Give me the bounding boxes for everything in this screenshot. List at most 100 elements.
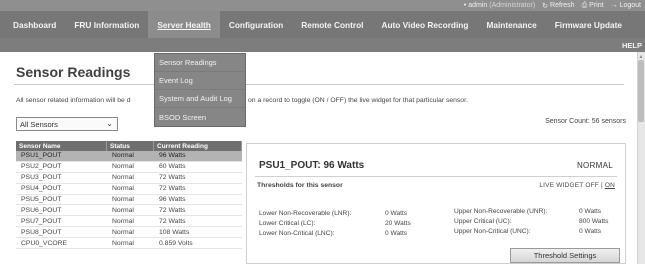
page-title: Sensor Readings (16, 64, 131, 80)
threshold-unr-value: 0 Watts (579, 208, 602, 215)
sensor-status-label: NORMAL (576, 161, 613, 170)
live-widget-label: LIVE WIDGET (539, 182, 584, 189)
table-row[interactable]: PSU5_POUT Normal 96 Watts (16, 195, 242, 206)
column-header-current-reading[interactable]: Current Reading (154, 141, 242, 151)
threshold-lnr-label: Lower Non-Recoverable (LNR): (259, 210, 352, 217)
table-row[interactable]: PSU2_POUT Normal 60 Watts (16, 162, 242, 173)
status-cell: Normal (112, 196, 134, 203)
nav-auto-video-recording[interactable]: Auto Video Recording (372, 11, 477, 38)
logout-icon: → (610, 2, 618, 9)
column-header-sensor-name[interactable]: Sensor Name (16, 141, 107, 151)
live-widget-off[interactable]: OFF (585, 182, 599, 189)
menu-item-sensor-readings[interactable]: Sensor Readings (155, 54, 245, 72)
username: admin (468, 2, 488, 9)
live-widget-on[interactable]: ON (605, 182, 615, 189)
sensor-count: Sensor Count: 56 sensors (545, 118, 626, 125)
user-role: (Administrator) (489, 2, 536, 9)
sensor-name-cell: PSU2_POUT (21, 163, 62, 171)
sensor-name-cell: PSU6_POUT (21, 206, 62, 214)
print-link[interactable]: ⎙ Print (582, 2, 604, 10)
title-divider (14, 84, 624, 85)
refresh-label: Refresh (550, 2, 575, 9)
status-cell: Normal (112, 152, 134, 160)
help-link[interactable]: HELP (622, 41, 642, 50)
panel-divider (255, 176, 617, 177)
sensor-name-cell: CPU0_VCORE (21, 239, 68, 247)
nav-firmware-update[interactable]: Firmware Update (546, 11, 631, 38)
sensor-name-cell: PSU5_POUT (21, 196, 62, 203)
sensor-detail-title: PSU1_POUT: 96 Watts (259, 160, 365, 171)
status-cell: Normal (112, 174, 134, 182)
table-row[interactable]: PSU1_POUT Normal 96 Watts (16, 151, 242, 162)
threshold-lnc-value: 0 Watts (385, 230, 408, 237)
sensor-filter-value: All Sensors (20, 119, 58, 129)
threshold-settings-button[interactable]: Threshold Settings (510, 248, 620, 263)
sensor-name-cell: PSU3_POUT (21, 174, 62, 182)
server-health-dropdown: Sensor Readings Event Log System and Aud… (154, 53, 246, 127)
toggle-separator: | (600, 182, 603, 189)
table-row[interactable]: PSU6_POUT Normal 72 Watts (16, 205, 242, 217)
status-cell: Normal (112, 217, 134, 225)
menu-item-bsod-screen[interactable]: BSOD Screen (155, 108, 245, 126)
nav-configuration[interactable]: Configuration (220, 11, 292, 38)
reading-cell: 96 Watts (159, 152, 186, 160)
reading-cell: 96 Watts (159, 196, 186, 203)
reading-cell: 72 Watts (159, 217, 186, 225)
top-utility-bar: • admin (Administrator) ↻ Refresh ⎙ Prin… (0, 0, 645, 11)
nav-fru-information[interactable]: FRU Information (65, 11, 148, 38)
threshold-unc-value: 0 Watts (579, 228, 602, 235)
sensor-name-cell: PSU8_POUT (21, 228, 62, 236)
column-header-status[interactable]: Status (107, 141, 154, 151)
table-row[interactable]: PSU8_POUT Normal 108 Watts (16, 227, 242, 239)
info-text-start: All sensor related information will be d (16, 97, 131, 104)
table-row[interactable]: PSU7_POUT Normal 72 Watts (16, 216, 242, 228)
threshold-uc-value: 800 Watts (579, 218, 609, 225)
threshold-uc-label: Upper Critical (UC): (454, 218, 512, 225)
table-row[interactable]: PSU4_POUT Normal 72 Watts (16, 184, 242, 195)
bullet-icon: • (463, 2, 467, 9)
main-nav: Dashboard FRU Information Server Health … (0, 11, 645, 38)
reading-cell: 72 Watts (159, 174, 186, 182)
nav-remote-control[interactable]: Remote Control (292, 11, 372, 38)
live-widget-toggle: LIVE WIDGET OFF | ON (539, 182, 615, 189)
reading-cell: 0.859 Volts (159, 239, 193, 247)
status-cell: Normal (112, 163, 134, 171)
status-cell: Normal (112, 185, 134, 193)
menu-item-system-audit-log[interactable]: System and Audit Log (155, 90, 245, 108)
print-icon: ⎙ (581, 1, 588, 9)
refresh-icon: ↻ (542, 2, 549, 10)
chevron-down-icon: ⌄ (106, 119, 113, 128)
scrollbar-thumb[interactable] (638, 60, 644, 122)
nav-server-health[interactable]: Server Health (148, 11, 220, 38)
table-header: Sensor Name Status Current Reading (16, 141, 242, 151)
table-row[interactable]: CPU0_VCORE Normal 0.859 Volts (16, 238, 242, 250)
refresh-link[interactable]: ↻ Refresh (542, 2, 574, 10)
threshold-lnc-label: Lower Non-Critical (LNC): (259, 230, 335, 237)
column-header-label: Status (110, 142, 130, 150)
threshold-unc-label: Upper Non-Critical (UNC): (454, 228, 531, 235)
nav-maintenance[interactable]: Maintenance (477, 11, 545, 38)
status-cell: Normal (112, 228, 134, 236)
threshold-unr-label: Upper Non-Recoverable (UNR): (454, 208, 548, 215)
sensor-name-cell: PSU7_POUT (21, 217, 62, 225)
reading-cell: 72 Watts (159, 206, 186, 214)
menu-item-event-log[interactable]: Event Log (155, 72, 245, 90)
sensor-name-cell: PSU1_POUT (21, 152, 62, 160)
logout-label: Logout (619, 2, 641, 9)
status-cell: Normal (112, 239, 134, 247)
sensor-detail-panel: PSU1_POUT: 96 Watts NORMAL Thresholds fo… (246, 143, 626, 264)
threshold-lc-value: 20 Watts (385, 220, 411, 227)
sensor-filter-select[interactable]: All Sensors ⌄ (16, 117, 118, 131)
info-text-end: on a record to toggle (ON / OFF) the liv… (248, 97, 468, 104)
column-header-label: Current Reading (157, 142, 208, 150)
reading-cell: 60 Watts (159, 163, 186, 171)
nav-dashboard[interactable]: Dashboard (4, 11, 65, 38)
print-label: Print (589, 2, 604, 9)
thresholds-heading: Thresholds for this sensor (257, 182, 343, 189)
logout-link[interactable]: → Logout (611, 2, 641, 9)
threshold-lc-label: Lower Critical (LC): (259, 220, 316, 227)
threshold-lnr-value: 0 Watts (385, 210, 408, 217)
table-row[interactable]: PSU3_POUT Normal 72 Watts (16, 173, 242, 184)
reading-cell: 72 Watts (159, 185, 186, 193)
status-cell: Normal (112, 206, 134, 214)
